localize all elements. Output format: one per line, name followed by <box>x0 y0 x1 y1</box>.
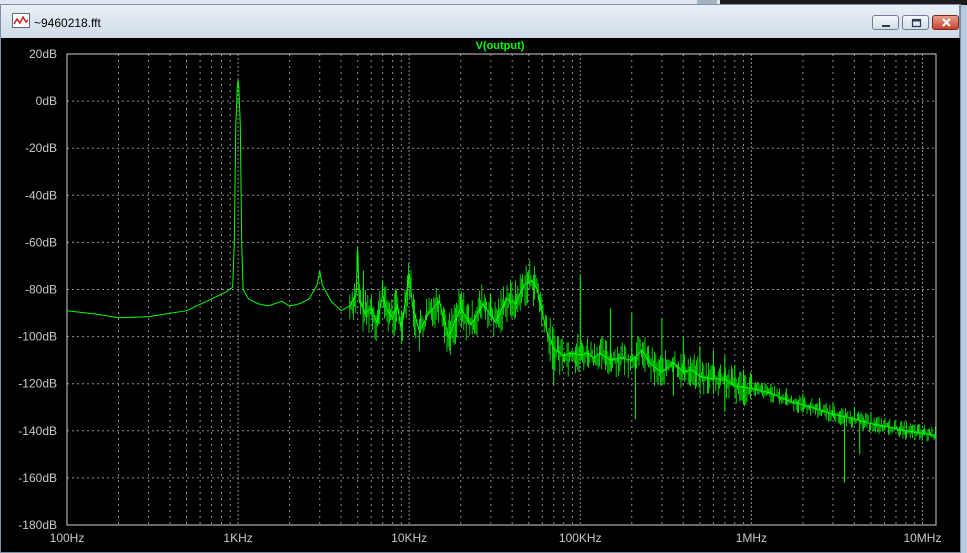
trace-v-output <box>66 79 937 436</box>
waveform-icon <box>12 13 30 28</box>
y-tick-label: 0dB <box>36 94 57 108</box>
y-tick-label: -160dB <box>18 471 57 485</box>
x-tick-label: 100KHz <box>559 531 602 545</box>
x-tick-label: 1MHz <box>736 531 767 545</box>
y-tick-label: -180dB <box>18 518 57 532</box>
y-tick-label: -140dB <box>18 424 57 438</box>
close-button[interactable] <box>932 15 959 30</box>
y-tick-label: -40dB <box>25 188 57 202</box>
y-tick-label: -20dB <box>25 141 57 155</box>
trace-title[interactable]: V(output) <box>476 40 525 52</box>
y-tick-label: -80dB <box>25 283 57 297</box>
plot-area[interactable]: V(output) 20dB 0dB -20dB -40dB -60dB -80dB -10… <box>1 38 960 552</box>
maximize-icon <box>911 18 922 28</box>
close-icon <box>942 18 951 27</box>
x-tick-label: 10KHz <box>391 531 427 545</box>
minimize-icon <box>882 25 890 27</box>
x-tick-label: 100Hz <box>50 531 85 545</box>
maximize-button[interactable] <box>902 15 929 30</box>
minimize-button[interactable] <box>872 15 899 30</box>
fft-plot-window: ~9460218.fft V(output) 20dB 0dB -20dB -40dB… <box>0 4 961 553</box>
trace-noise-band <box>349 251 936 442</box>
fft-chart[interactable]: V(output) 20dB 0dB -20dB -40dB -60dB -80dB -10… <box>1 38 960 552</box>
y-tick-label: -120dB <box>18 377 57 391</box>
y-tick-label: -60dB <box>25 235 57 249</box>
window-title: ~9460218.fft <box>34 16 101 30</box>
title-bar[interactable]: ~9460218.fft <box>1 5 959 38</box>
x-tick-label: 1KHz <box>223 531 252 545</box>
y-tick-label: 20dB <box>29 47 57 61</box>
x-tick-label: 10MHz <box>903 531 941 545</box>
y-tick-label: -100dB <box>18 330 57 344</box>
